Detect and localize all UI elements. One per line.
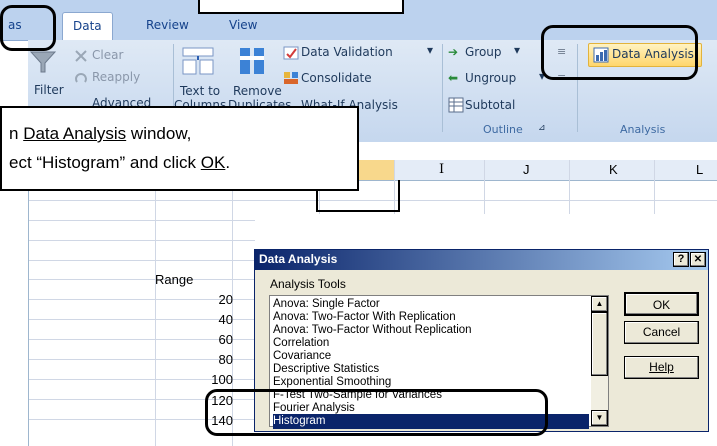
subtotal-icon	[448, 97, 464, 117]
scroll-down-arrow-icon[interactable]: ▼	[591, 410, 608, 426]
top-caption-box	[198, 0, 404, 14]
instruction-callout: n Data Analysis window, ect “Histogram” …	[0, 106, 359, 191]
data-validation-dropdown-icon[interactable]: ▾	[427, 43, 433, 57]
remove-duplicates-button[interactable]: Remove	[233, 84, 282, 98]
column-header-k[interactable]: K	[609, 162, 618, 177]
range-header-cell[interactable]: Range	[155, 272, 193, 287]
range-value-cell[interactable]: 20	[209, 292, 233, 307]
ok-button[interactable]: OK	[624, 292, 699, 316]
instruction-link-ok: OK	[200, 153, 226, 172]
column-header-i[interactable]: I	[439, 162, 444, 177]
help-button[interactable]: Help	[624, 356, 699, 379]
dialog-title: Data Analysis	[259, 252, 338, 266]
clear-filter-icon	[74, 48, 88, 67]
remove-duplicates-icon	[238, 46, 268, 76]
group-separator	[442, 44, 443, 132]
instruction-text: window,	[126, 124, 192, 143]
close-icon[interactable]: ✕	[690, 252, 706, 267]
scroll-up-arrow-icon[interactable]: ▲	[591, 296, 608, 312]
tab-review[interactable]: Review	[146, 18, 189, 32]
analysis-tools-label: Analysis Tools	[270, 277, 346, 291]
help-title-button[interactable]: ?	[673, 252, 689, 267]
tab-data[interactable]: Data	[62, 12, 113, 40]
ungroup-button[interactable]: Ungroup	[465, 71, 516, 85]
analysis-group-label: Analysis	[620, 123, 666, 136]
highlight-data-tab	[0, 5, 56, 51]
subtotal-button[interactable]: Subtotal	[465, 98, 515, 112]
data-validation-icon	[283, 45, 299, 64]
consolidate-button[interactable]: Consolidate	[301, 71, 372, 85]
reapply-icon	[74, 70, 88, 89]
instruction-line-2: ect “Histogram” and click OK.	[9, 153, 230, 173]
tab-view[interactable]: View	[229, 18, 257, 32]
range-value-cell[interactable]: 100	[201, 372, 233, 387]
highlight-histogram	[205, 389, 548, 436]
text-to-columns-icon	[181, 46, 215, 76]
range-value-cell[interactable]: 60	[209, 332, 233, 347]
outline-dialog-launcher-icon[interactable]: ⊿	[538, 123, 546, 133]
scroll-thumb[interactable]	[591, 312, 608, 376]
reapply-button[interactable]: Reapply	[92, 70, 140, 84]
consolidate-icon	[283, 70, 299, 89]
list-scrollbar[interactable]: ▲ ▼	[591, 296, 608, 426]
clear-button[interactable]: Clear	[92, 48, 123, 62]
instruction-link-data-analysis: Data Analysis	[23, 124, 127, 143]
range-value-cell[interactable]: 40	[209, 312, 233, 327]
instruction-line-1: n Data Analysis window,	[9, 124, 191, 144]
ungroup-arrow-icon: ⬅	[448, 71, 459, 85]
highlight-data-analysis	[541, 25, 698, 80]
filter-funnel-icon	[29, 50, 57, 74]
filter-button[interactable]: Filter	[34, 83, 64, 97]
cancel-button[interactable]: Cancel	[624, 321, 699, 344]
group-arrow-icon: ➔	[448, 45, 459, 59]
group-button[interactable]: Group	[465, 45, 502, 59]
dialog-title-bar[interactable]: Data Analysis ? ✕	[255, 250, 708, 270]
range-value-cell[interactable]: 80	[209, 352, 233, 367]
text-to-columns-button[interactable]: Text to	[180, 84, 220, 98]
group-dropdown-icon[interactable]: ▾	[514, 43, 520, 57]
column-header-l[interactable]: L	[696, 162, 703, 177]
instruction-text: ect “Histogram” and click	[9, 153, 201, 172]
outline-group-label: Outline	[483, 123, 523, 136]
instruction-text: .	[225, 153, 231, 172]
column-header-j[interactable]: J	[523, 162, 530, 177]
data-validation-button[interactable]: Data Validation	[301, 45, 393, 59]
instruction-text: n	[9, 124, 24, 143]
